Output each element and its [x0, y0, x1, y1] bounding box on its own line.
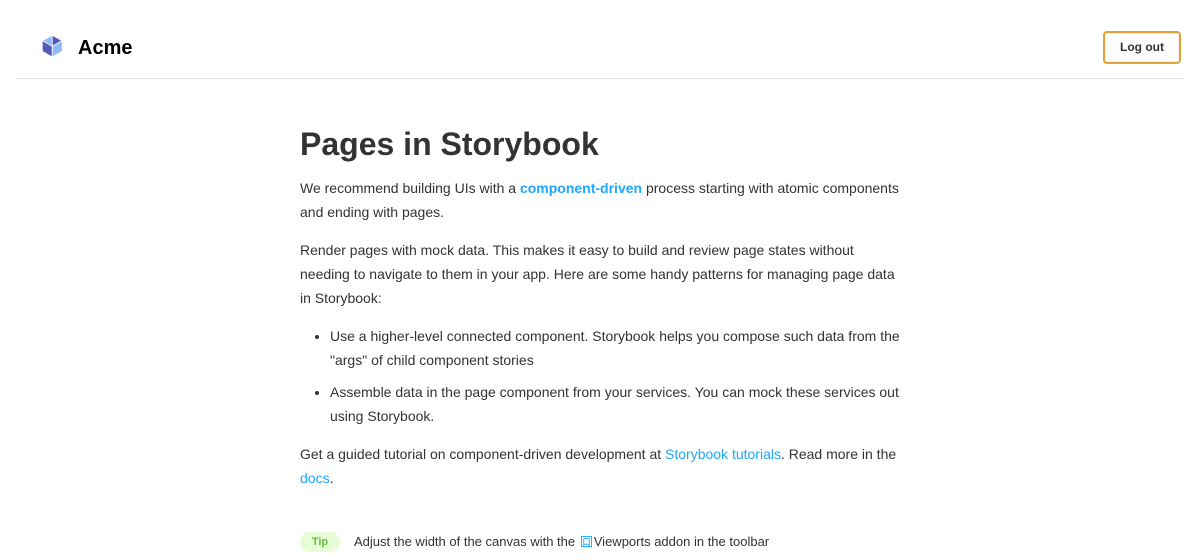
- header: Acme Log out: [16, 16, 1184, 79]
- list-item: Assemble data in the page component from…: [330, 380, 900, 428]
- page-content: Pages in Storybook We recommend building…: [300, 124, 900, 504]
- tip-badge: Tip: [300, 531, 340, 552]
- brand-name: Acme: [78, 37, 133, 59]
- log-out-button[interactable]: Log out: [1103, 31, 1181, 64]
- viewports-icon: [580, 535, 592, 547]
- tip-text: Adjust the width of the canvas with the …: [354, 534, 769, 549]
- tutorial-text-middle: . Read more in the: [780, 446, 897, 462]
- acme-cube-icon: [38, 32, 66, 60]
- tip-text-end: Viewports addon in the toolbar: [593, 533, 770, 549]
- component-driven-link[interactable]: component-driven: [520, 180, 642, 196]
- storybook-tutorials-link[interactable]: Storybook tutorials: [665, 446, 781, 462]
- docs-link[interactable]: docs: [300, 470, 330, 486]
- list-item: Use a higher-level connected component. …: [330, 324, 900, 372]
- tutorial-text-end: .: [329, 470, 334, 486]
- tutorial-paragraph: Get a guided tutorial on component-drive…: [300, 442, 900, 490]
- tip-row: Tip Adjust the width of the canvas with t…: [300, 530, 769, 553]
- page-title: Pages in Storybook: [300, 126, 599, 162]
- patterns-list: Use a higher-level connected component. …: [330, 324, 900, 428]
- intro-paragraph: We recommend building UIs with a compone…: [300, 176, 900, 224]
- tutorial-text-start: Get a guided tutorial on component-drive…: [300, 446, 666, 462]
- tip-text-start: Adjust the width of the canvas with the: [354, 533, 579, 549]
- intro-text-start: We recommend building UIs with a: [300, 180, 520, 196]
- mock-data-paragraph: Render pages with mock data. This makes …: [300, 242, 895, 306]
